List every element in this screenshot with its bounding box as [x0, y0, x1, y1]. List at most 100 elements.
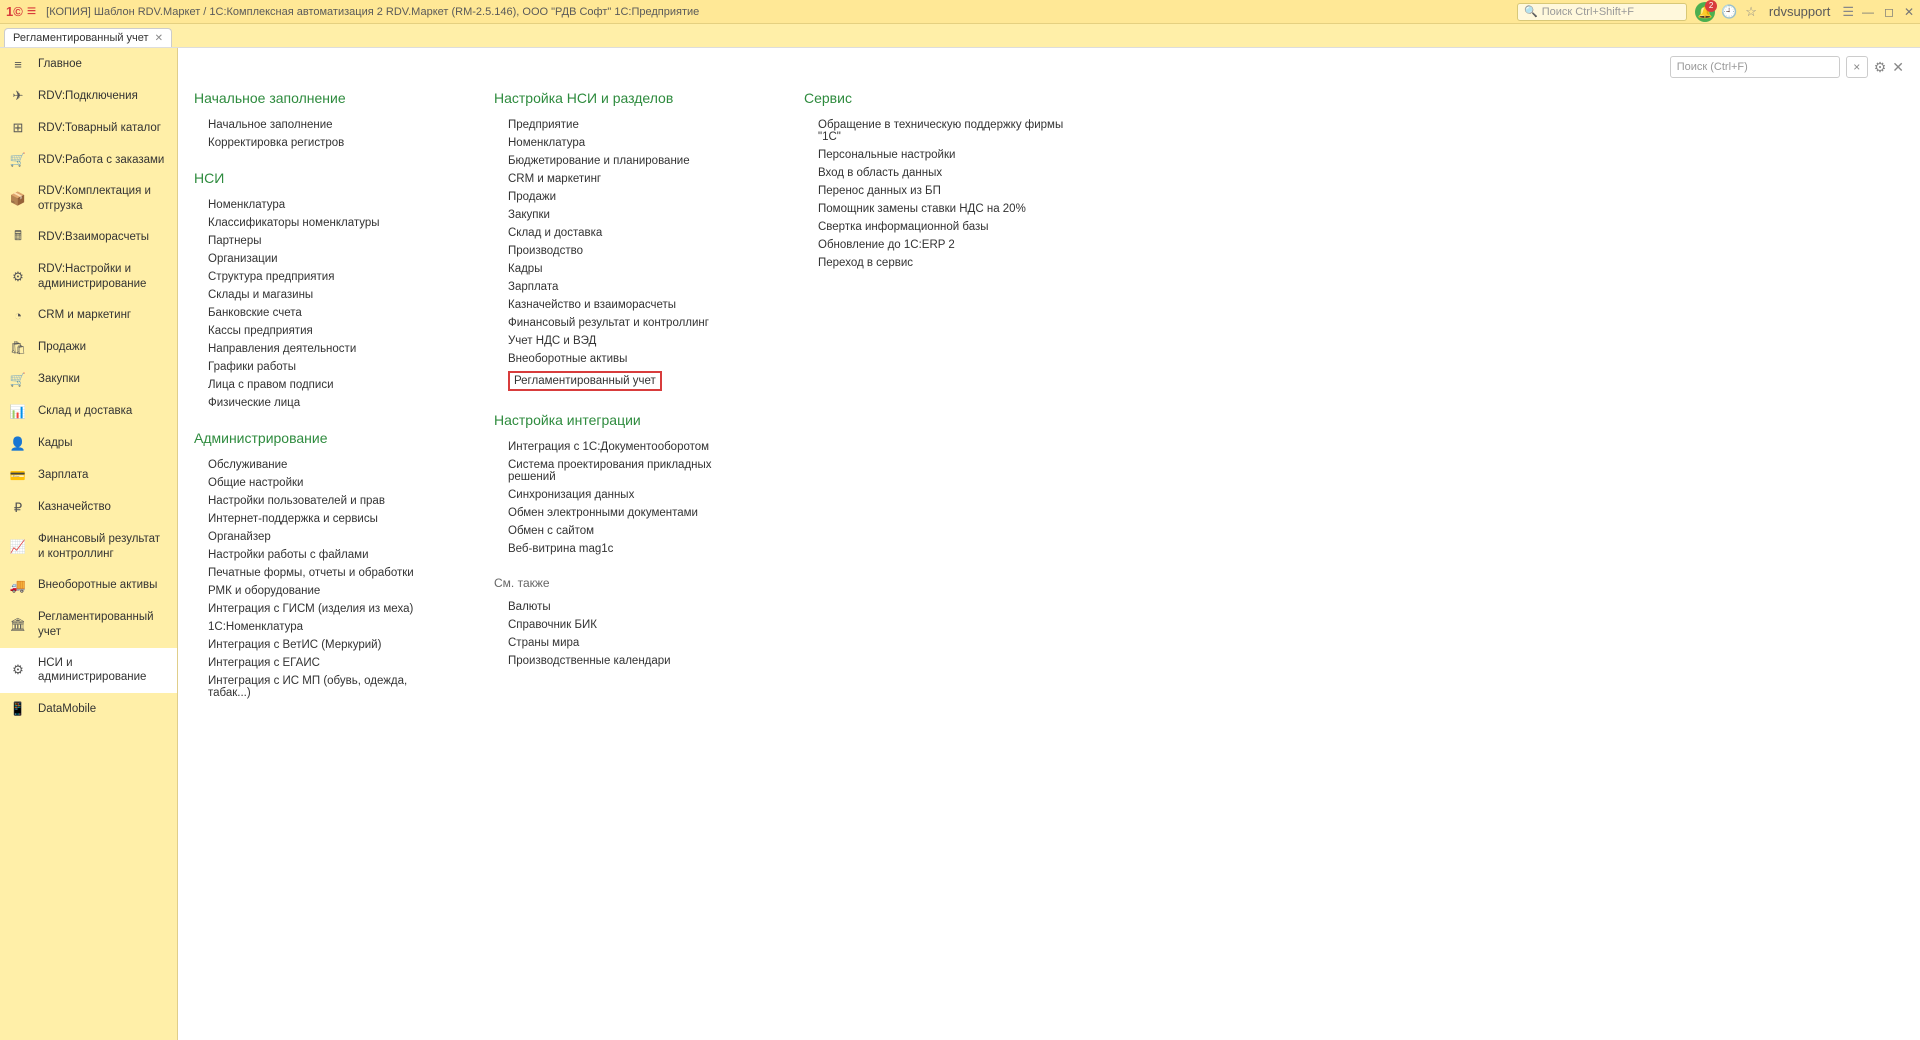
link-item[interactable]: Производство — [508, 242, 754, 260]
link-item[interactable]: Персональные настройки — [818, 146, 1064, 164]
link-item[interactable]: Веб-витрина mag1c — [508, 540, 754, 558]
link-item[interactable]: Номенклатура — [208, 196, 444, 214]
sidebar-item[interactable]: 📈Финансовый результат и контроллинг — [0, 524, 177, 570]
link-item[interactable]: Закупки — [508, 206, 754, 224]
sidebar-item[interactable]: ⚙RDV:Настройки и администрирование — [0, 254, 177, 300]
link-item[interactable]: Интернет-поддержка и сервисы — [208, 510, 444, 528]
link-item[interactable]: Обмен электронными документами — [508, 504, 754, 522]
sidebar-item[interactable]: ₽Казначейство — [0, 492, 177, 524]
link-item[interactable]: Корректировка регистров — [208, 134, 444, 152]
link-item[interactable]: Страны мира — [508, 634, 754, 652]
link-item[interactable]: Валюты — [508, 598, 754, 616]
tab-close-icon[interactable]: ✕ — [155, 33, 163, 44]
sidebar-label: Финансовый результат и контроллинг — [38, 532, 167, 562]
link-item[interactable]: Интеграция с ГИСМ (изделия из меха) — [208, 600, 444, 618]
link-item[interactable]: Склады и магазины — [208, 286, 444, 304]
link-item[interactable]: Вход в область данных — [818, 164, 1064, 182]
link-item[interactable]: Организации — [208, 250, 444, 268]
link-item[interactable]: Кассы предприятия — [208, 322, 444, 340]
link-item[interactable]: Финансовый результат и контроллинг — [508, 314, 754, 332]
sidebar-item[interactable]: ◔CRM и маркетинг — [0, 300, 177, 332]
link-item[interactable]: Обращение в техническую поддержку фирмы … — [818, 116, 1064, 146]
link-item[interactable]: Зарплата — [508, 278, 754, 296]
sidebar-item[interactable]: 🚚Внеоборотные активы — [0, 570, 177, 602]
sidebar-item[interactable]: 📱DataMobile — [0, 693, 177, 725]
link-item[interactable]: Направления деятельности — [208, 340, 444, 358]
minimize-icon[interactable]: — — [1862, 5, 1874, 19]
link-item[interactable]: Партнеры — [208, 232, 444, 250]
link-item[interactable]: Кадры — [508, 260, 754, 278]
link-item[interactable]: Банковские счета — [208, 304, 444, 322]
sidebar-label: RDV:Настройки и администрирование — [38, 262, 167, 292]
link-item[interactable]: Физические лица — [208, 394, 444, 412]
close-icon[interactable]: ✕ — [1904, 5, 1914, 19]
hamburger-icon[interactable]: ≡ — [27, 3, 36, 21]
link-item[interactable]: Справочник БИК — [508, 616, 754, 634]
link-item[interactable]: Обновление до 1С:ERP 2 — [818, 236, 1064, 254]
link-item[interactable]: Интеграция с 1С:Документооборотом — [508, 438, 754, 456]
link-item[interactable]: РМК и оборудование — [208, 582, 444, 600]
link-item[interactable]: Настройки работы с файлами — [208, 546, 444, 564]
sidebar-item[interactable]: 🛍Продажи — [0, 332, 177, 364]
sidebar-item[interactable]: 🛒Закупки — [0, 364, 177, 396]
user-label[interactable]: rdvsupport — [1769, 4, 1830, 19]
maximize-icon[interactable]: ◻ — [1884, 5, 1894, 19]
content-header: Поиск (Ctrl+F) × ⚙ ✕ — [1670, 56, 1904, 78]
sidebar-item[interactable]: 📦RDV:Комплектация и отгрузка — [0, 176, 177, 222]
link-item[interactable]: Производственные календари — [508, 652, 754, 670]
link-item[interactable]: Перенос данных из БП — [818, 182, 1064, 200]
link-item[interactable]: Регламентированный учет — [508, 368, 754, 394]
menu-icon[interactable]: ☰ — [1842, 4, 1854, 20]
link-item[interactable]: Номенклатура — [508, 134, 754, 152]
link-item[interactable]: Внеоборотные активы — [508, 350, 754, 368]
highlighted-link[interactable]: Регламентированный учет — [508, 371, 662, 391]
panel-close-icon[interactable]: ✕ — [1892, 59, 1904, 76]
sidebar-item[interactable]: 💳Зарплата — [0, 460, 177, 492]
link-item[interactable]: Интеграция с ЕГАИС — [208, 654, 444, 672]
link-item[interactable]: Система проектирования прикладных решени… — [508, 456, 754, 486]
link-item[interactable]: Обмен с сайтом — [508, 522, 754, 540]
link-item[interactable]: Синхронизация данных — [508, 486, 754, 504]
link-item[interactable]: Интеграция с ИС МП (обувь, одежда, табак… — [208, 672, 444, 702]
link-item[interactable]: Структура предприятия — [208, 268, 444, 286]
content-search[interactable]: Поиск (Ctrl+F) — [1670, 56, 1840, 78]
link-item[interactable]: Свертка информационной базы — [818, 218, 1064, 236]
star-icon[interactable]: ☆ — [1745, 4, 1757, 20]
link-item[interactable]: Склад и доставка — [508, 224, 754, 242]
top-search[interactable]: 🔍 Поиск Ctrl+Shift+F — [1517, 3, 1687, 21]
link-item[interactable]: Учет НДС и ВЭД — [508, 332, 754, 350]
sidebar-icon: ₽ — [10, 500, 26, 516]
link-item[interactable]: Обслуживание — [208, 456, 444, 474]
link-item[interactable]: Классификаторы номенклатуры — [208, 214, 444, 232]
sidebar-item[interactable]: ⚙НСИ и администрирование — [0, 648, 177, 694]
history-icon[interactable]: 🕘 — [1721, 4, 1737, 20]
content-search-clear[interactable]: × — [1846, 56, 1868, 78]
link-item[interactable]: Помощник замены ставки НДС на 20% — [818, 200, 1064, 218]
sidebar-item[interactable]: 📊Склад и доставка — [0, 396, 177, 428]
sidebar-item[interactable]: 🏛Регламентированный учет — [0, 602, 177, 648]
gear-icon[interactable]: ⚙ — [1874, 59, 1887, 76]
sidebar-item[interactable]: ⊞RDV:Товарный каталог — [0, 112, 177, 144]
link-item[interactable]: Казначейство и взаиморасчеты — [508, 296, 754, 314]
link-item[interactable]: Предприятие — [508, 116, 754, 134]
sidebar-item[interactable]: ≡Главное — [0, 48, 177, 80]
link-item[interactable]: Печатные формы, отчеты и обработки — [208, 564, 444, 582]
link-item[interactable]: 1С:Номенклатура — [208, 618, 444, 636]
sidebar-item[interactable]: ✈RDV:Подключения — [0, 80, 177, 112]
link-item[interactable]: CRM и маркетинг — [508, 170, 754, 188]
link-item[interactable]: Настройки пользователей и прав — [208, 492, 444, 510]
link-item[interactable]: Лица с правом подписи — [208, 376, 444, 394]
link-item[interactable]: Интеграция с ВетИС (Меркурий) — [208, 636, 444, 654]
tab-active[interactable]: Регламентированный учет ✕ — [4, 28, 172, 47]
link-item[interactable]: Начальное заполнение — [208, 116, 444, 134]
link-item[interactable]: Бюджетирование и планирование — [508, 152, 754, 170]
link-item[interactable]: Переход в сервис — [818, 254, 1064, 272]
link-item[interactable]: Органайзер — [208, 528, 444, 546]
sidebar-item[interactable]: 🛒RDV:Работа с заказами — [0, 144, 177, 176]
notification-bell[interactable]: 🔔2 — [1695, 2, 1715, 22]
link-item[interactable]: Общие настройки — [208, 474, 444, 492]
sidebar-item[interactable]: 👤Кадры — [0, 428, 177, 460]
link-item[interactable]: Продажи — [508, 188, 754, 206]
link-item[interactable]: Графики работы — [208, 358, 444, 376]
sidebar-item[interactable]: 🖩RDV:Взаиморасчеты — [0, 222, 177, 254]
